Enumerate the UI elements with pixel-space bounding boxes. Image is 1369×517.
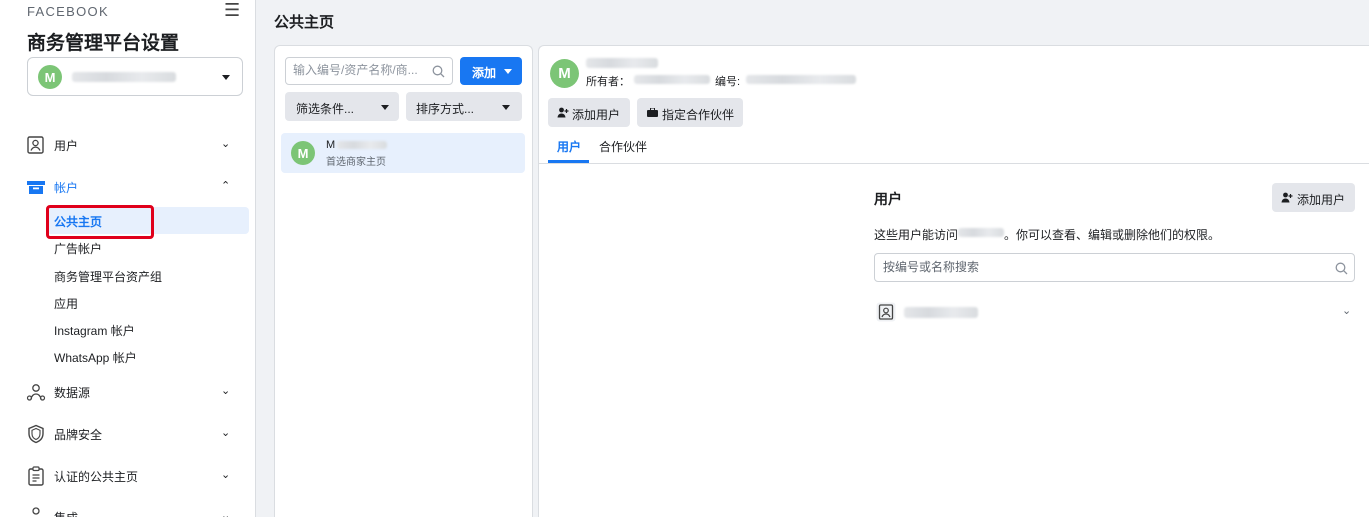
nav-item-users[interactable]: 用户 ⌄ [0,125,256,165]
sidebar-item-ad-accounts[interactable]: 广告帐户 [54,240,102,257]
nav-item-integrations[interactable]: 集成 ⌄ [0,497,256,517]
business-account-selector[interactable]: M [27,57,243,96]
chevron-down-icon: ⌄ [221,138,231,150]
integrations-icon [32,507,40,515]
briefcase-icon [27,181,45,194]
nav-item-data-sources[interactable]: 数据源 ⌄ [0,372,256,412]
nav-item-accounts[interactable]: 帐户 ⌃ [0,167,256,207]
users-section-title: 用户 [874,191,902,207]
brand-logo: FACEBOOK [27,4,109,19]
section-add-user-label: 添加用户 [1297,193,1346,207]
sidebar-item-apps[interactable]: 应用 [54,295,78,312]
add-user-button[interactable]: 添加用户 [548,98,630,127]
filter-dropdown-label: 筛选条件... [296,102,355,116]
account-avatar: M [38,65,62,89]
chevron-down-icon: ⌄ [221,469,231,481]
page-name-redacted [337,141,387,149]
search-icon [432,65,445,78]
account-name-redacted [72,72,176,82]
caret-down-icon [504,69,512,74]
tab-partners[interactable]: 合作伙伴 [599,138,647,155]
user-badge-icon [27,136,44,154]
nav-item-label: 品牌安全 [54,428,103,442]
section-add-user-button[interactable]: 添加用户 [1272,183,1355,212]
users-desc-suffix: 。你可以查看、编辑或删除他们的权限。 [1004,228,1221,242]
user-row[interactable]: ⌄ [874,300,1355,324]
user-search-field[interactable] [874,253,1355,282]
add-user-button-label: 添加用户 [572,108,621,122]
page-name-redacted [958,228,1004,237]
asset-search-field[interactable] [285,57,453,85]
clipboard-icon [28,466,44,486]
asset-search-input[interactable] [293,63,431,77]
add-button-label: 添加 [472,66,497,80]
chevron-down-icon[interactable]: ⌄ [1342,304,1351,317]
data-sources-icon [26,384,46,401]
sort-dropdown[interactable]: 排序方式... [406,92,522,121]
page-title: 公共主页 [274,14,335,31]
nav-item-label: 数据源 [54,386,91,400]
caret-down-icon [381,105,389,110]
owner-name-redacted [634,75,710,84]
highlight-annotation-box [46,205,154,239]
page-name: M [326,139,336,151]
hamburger-menu-icon[interactable]: ☰ [224,0,240,21]
id-label: 编号: [715,76,741,88]
search-icon [1335,262,1348,275]
chevron-down-icon: ⌄ [221,427,231,439]
tab-divider [538,163,1369,164]
page-heading: 商务管理平台设置 [27,33,180,54]
nav-item-verified-pages[interactable]: 认证的公共主页 ⌄ [0,456,256,496]
nav-item-label: 认证的公共主页 [54,470,139,484]
list-item[interactable]: M M 首选商家主页 [281,133,525,173]
sidebar-item-whatsapp[interactable]: WhatsApp 帐户 [54,349,137,366]
user-name-redacted [904,307,978,318]
tab-users[interactable]: 用户 [557,138,581,155]
briefcase-icon [647,108,658,117]
filter-dropdown[interactable]: 筛选条件... [285,92,399,121]
sidebar-item-asset-groups[interactable]: 商务管理平台资产组 [54,268,162,285]
nav-item-label: 集成 [54,509,78,517]
chevron-down-icon: ⌄ [221,510,231,517]
sidebar-item-instagram[interactable]: Instagram 帐户 [54,322,135,339]
owner-label: 所有者： [586,76,630,88]
add-person-icon [1281,192,1293,203]
page-avatar: M [291,141,315,165]
add-button[interactable]: 添加 [460,57,522,85]
nav-item-brand-safety[interactable]: 品牌安全 ⌄ [0,414,256,454]
page-id-redacted [746,75,856,84]
chevron-down-icon: ⌄ [221,385,231,397]
add-person-icon [557,107,569,118]
caret-down-icon [502,105,510,110]
shield-icon [28,424,44,444]
user-badge-icon [876,302,896,322]
sort-dropdown-label: 排序方式... [416,102,475,116]
assign-partner-button-label: 指定合作伙伴 [662,108,735,122]
page-avatar: M [550,59,579,88]
nav-item-label: 用户 [54,139,79,153]
users-desc-prefix: 这些用户能访问 [874,228,959,242]
page-subtitle: 首选商家主页 [326,157,386,168]
nav-item-label: 帐户 [54,181,79,195]
user-search-input[interactable] [883,260,1323,274]
caret-down-icon [222,75,230,80]
chevron-up-icon: ⌃ [221,180,231,192]
page-name-redacted [586,58,658,68]
assign-partner-button[interactable]: 指定合作伙伴 [637,98,743,127]
